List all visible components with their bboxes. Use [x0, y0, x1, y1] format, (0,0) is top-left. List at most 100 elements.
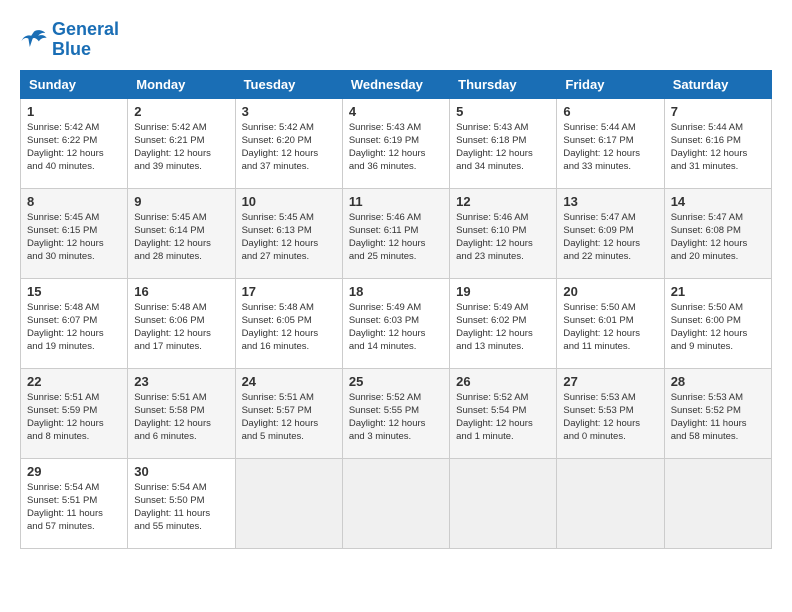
- day-info: Sunrise: 5:45 AM Sunset: 6:15 PM Dayligh…: [27, 211, 121, 264]
- day-info: Sunrise: 5:53 AM Sunset: 5:52 PM Dayligh…: [671, 391, 765, 444]
- day-number: 6: [563, 104, 657, 119]
- day-info: Sunrise: 5:45 AM Sunset: 6:14 PM Dayligh…: [134, 211, 228, 264]
- day-number: 12: [456, 194, 550, 209]
- day-info: Sunrise: 5:42 AM Sunset: 6:20 PM Dayligh…: [242, 121, 336, 174]
- day-info: Sunrise: 5:49 AM Sunset: 6:03 PM Dayligh…: [349, 301, 443, 354]
- day-info: Sunrise: 5:51 AM Sunset: 5:58 PM Dayligh…: [134, 391, 228, 444]
- day-cell: 21Sunrise: 5:50 AM Sunset: 6:00 PM Dayli…: [664, 278, 771, 368]
- day-cell: 18 Sunrise: 5:49 AM Sunset: 6:03 PM Dayli…: [342, 278, 449, 368]
- day-number: 30: [134, 464, 228, 479]
- day-info: Sunrise: 5:45 AM Sunset: 6:13 PM Dayligh…: [242, 211, 336, 264]
- day-cell: [450, 458, 557, 548]
- day-cell: 6 Sunrise: 5:44 AM Sunset: 6:17 PM Daylig…: [557, 98, 664, 188]
- day-number: 27: [563, 374, 657, 389]
- day-cell: 30 Sunrise: 5:54 AM Sunset: 5:50 PM Dayli…: [128, 458, 235, 548]
- day-number: 13: [563, 194, 657, 209]
- day-number: 25: [349, 374, 443, 389]
- day-cell: [235, 458, 342, 548]
- day-cell: 15 Sunrise: 5:48 AM Sunset: 6:07 PM Dayli…: [21, 278, 128, 368]
- day-info: Sunrise: 5:44 AM Sunset: 6:17 PM Dayligh…: [563, 121, 657, 174]
- header-cell-sunday: Sunday: [21, 70, 128, 98]
- calendar-header: SundayMondayTuesdayWednesdayThursdayFrid…: [21, 70, 772, 98]
- logo-icon: [20, 26, 48, 54]
- calendar-body: 1Sunrise: 5:42 AM Sunset: 6:22 PM Daylig…: [21, 98, 772, 548]
- header-cell-monday: Monday: [128, 70, 235, 98]
- day-cell: 16 Sunrise: 5:48 AM Sunset: 6:06 PM Dayli…: [128, 278, 235, 368]
- day-number: 19: [456, 284, 550, 299]
- header-cell-saturday: Saturday: [664, 70, 771, 98]
- day-info: Sunrise: 5:54 AM Sunset: 5:51 PM Dayligh…: [27, 481, 121, 534]
- logo: General Blue: [20, 20, 119, 60]
- day-number: 23: [134, 374, 228, 389]
- day-info: Sunrise: 5:48 AM Sunset: 6:06 PM Dayligh…: [134, 301, 228, 354]
- day-info: Sunrise: 5:46 AM Sunset: 6:10 PM Dayligh…: [456, 211, 550, 264]
- day-cell: 11Sunrise: 5:46 AM Sunset: 6:11 PM Dayli…: [342, 188, 449, 278]
- day-cell: 27 Sunrise: 5:53 AM Sunset: 5:53 PM Dayli…: [557, 368, 664, 458]
- day-cell: 24 Sunrise: 5:51 AM Sunset: 5:57 PM Dayli…: [235, 368, 342, 458]
- header-cell-friday: Friday: [557, 70, 664, 98]
- day-info: Sunrise: 5:43 AM Sunset: 6:18 PM Dayligh…: [456, 121, 550, 174]
- header-row: SundayMondayTuesdayWednesdayThursdayFrid…: [21, 70, 772, 98]
- day-cell: 1Sunrise: 5:42 AM Sunset: 6:22 PM Daylig…: [21, 98, 128, 188]
- day-number: 7: [671, 104, 765, 119]
- day-number: 2: [134, 104, 228, 119]
- day-number: 14: [671, 194, 765, 209]
- header-cell-wednesday: Wednesday: [342, 70, 449, 98]
- day-info: Sunrise: 5:53 AM Sunset: 5:53 PM Dayligh…: [563, 391, 657, 444]
- day-number: 20: [563, 284, 657, 299]
- day-cell: 10 Sunrise: 5:45 AM Sunset: 6:13 PM Dayli…: [235, 188, 342, 278]
- day-number: 17: [242, 284, 336, 299]
- day-cell: 20Sunrise: 5:50 AM Sunset: 6:01 PM Dayli…: [557, 278, 664, 368]
- day-number: 10: [242, 194, 336, 209]
- page-header: General Blue: [20, 20, 772, 60]
- day-number: 9: [134, 194, 228, 209]
- day-number: 26: [456, 374, 550, 389]
- day-info: Sunrise: 5:42 AM Sunset: 6:22 PM Dayligh…: [27, 121, 121, 174]
- day-info: Sunrise: 5:48 AM Sunset: 6:05 PM Dayligh…: [242, 301, 336, 354]
- day-number: 5: [456, 104, 550, 119]
- day-cell: 2Sunrise: 5:42 AM Sunset: 6:21 PM Daylig…: [128, 98, 235, 188]
- day-info: Sunrise: 5:51 AM Sunset: 5:57 PM Dayligh…: [242, 391, 336, 444]
- day-number: 4: [349, 104, 443, 119]
- day-info: Sunrise: 5:49 AM Sunset: 6:02 PM Dayligh…: [456, 301, 550, 354]
- day-cell: [342, 458, 449, 548]
- day-cell: 28 Sunrise: 5:53 AM Sunset: 5:52 PM Dayli…: [664, 368, 771, 458]
- day-info: Sunrise: 5:43 AM Sunset: 6:19 PM Dayligh…: [349, 121, 443, 174]
- day-info: Sunrise: 5:51 AM Sunset: 5:59 PM Dayligh…: [27, 391, 121, 444]
- day-cell: 22Sunrise: 5:51 AM Sunset: 5:59 PM Dayli…: [21, 368, 128, 458]
- day-cell: 5 Sunrise: 5:43 AM Sunset: 6:18 PM Daylig…: [450, 98, 557, 188]
- header-cell-tuesday: Tuesday: [235, 70, 342, 98]
- day-info: Sunrise: 5:47 AM Sunset: 6:08 PM Dayligh…: [671, 211, 765, 264]
- day-number: 15: [27, 284, 121, 299]
- day-number: 29: [27, 464, 121, 479]
- day-cell: 4 Sunrise: 5:43 AM Sunset: 6:19 PM Daylig…: [342, 98, 449, 188]
- day-number: 28: [671, 374, 765, 389]
- day-cell: 19 Sunrise: 5:49 AM Sunset: 6:02 PM Dayli…: [450, 278, 557, 368]
- day-info: Sunrise: 5:46 AM Sunset: 6:11 PM Dayligh…: [349, 211, 443, 264]
- day-cell: 25 Sunrise: 5:52 AM Sunset: 5:55 PM Dayli…: [342, 368, 449, 458]
- calendar-table: SundayMondayTuesdayWednesdayThursdayFrid…: [20, 70, 772, 549]
- day-info: Sunrise: 5:47 AM Sunset: 6:09 PM Dayligh…: [563, 211, 657, 264]
- day-number: 18: [349, 284, 443, 299]
- day-number: 3: [242, 104, 336, 119]
- day-cell: [664, 458, 771, 548]
- day-info: Sunrise: 5:48 AM Sunset: 6:07 PM Dayligh…: [27, 301, 121, 354]
- day-number: 16: [134, 284, 228, 299]
- day-info: Sunrise: 5:50 AM Sunset: 6:00 PM Dayligh…: [671, 301, 765, 354]
- day-info: Sunrise: 5:52 AM Sunset: 5:54 PM Dayligh…: [456, 391, 550, 444]
- day-cell: 8Sunrise: 5:45 AM Sunset: 6:15 PM Daylig…: [21, 188, 128, 278]
- day-cell: 9 Sunrise: 5:45 AM Sunset: 6:14 PM Daylig…: [128, 188, 235, 278]
- day-cell: 13 Sunrise: 5:47 AM Sunset: 6:09 PM Dayli…: [557, 188, 664, 278]
- day-info: Sunrise: 5:52 AM Sunset: 5:55 PM Dayligh…: [349, 391, 443, 444]
- day-info: Sunrise: 5:54 AM Sunset: 5:50 PM Dayligh…: [134, 481, 228, 534]
- day-cell: 7 Sunrise: 5:44 AM Sunset: 6:16 PM Daylig…: [664, 98, 771, 188]
- week-row: 22Sunrise: 5:51 AM Sunset: 5:59 PM Dayli…: [21, 368, 772, 458]
- day-cell: 17 Sunrise: 5:48 AM Sunset: 6:05 PM Dayli…: [235, 278, 342, 368]
- week-row: 29 Sunrise: 5:54 AM Sunset: 5:51 PM Dayli…: [21, 458, 772, 548]
- day-info: Sunrise: 5:44 AM Sunset: 6:16 PM Dayligh…: [671, 121, 765, 174]
- day-cell: [557, 458, 664, 548]
- day-cell: 14 Sunrise: 5:47 AM Sunset: 6:08 PM Dayli…: [664, 188, 771, 278]
- logo-text: General Blue: [52, 20, 119, 60]
- day-number: 24: [242, 374, 336, 389]
- week-row: 1Sunrise: 5:42 AM Sunset: 6:22 PM Daylig…: [21, 98, 772, 188]
